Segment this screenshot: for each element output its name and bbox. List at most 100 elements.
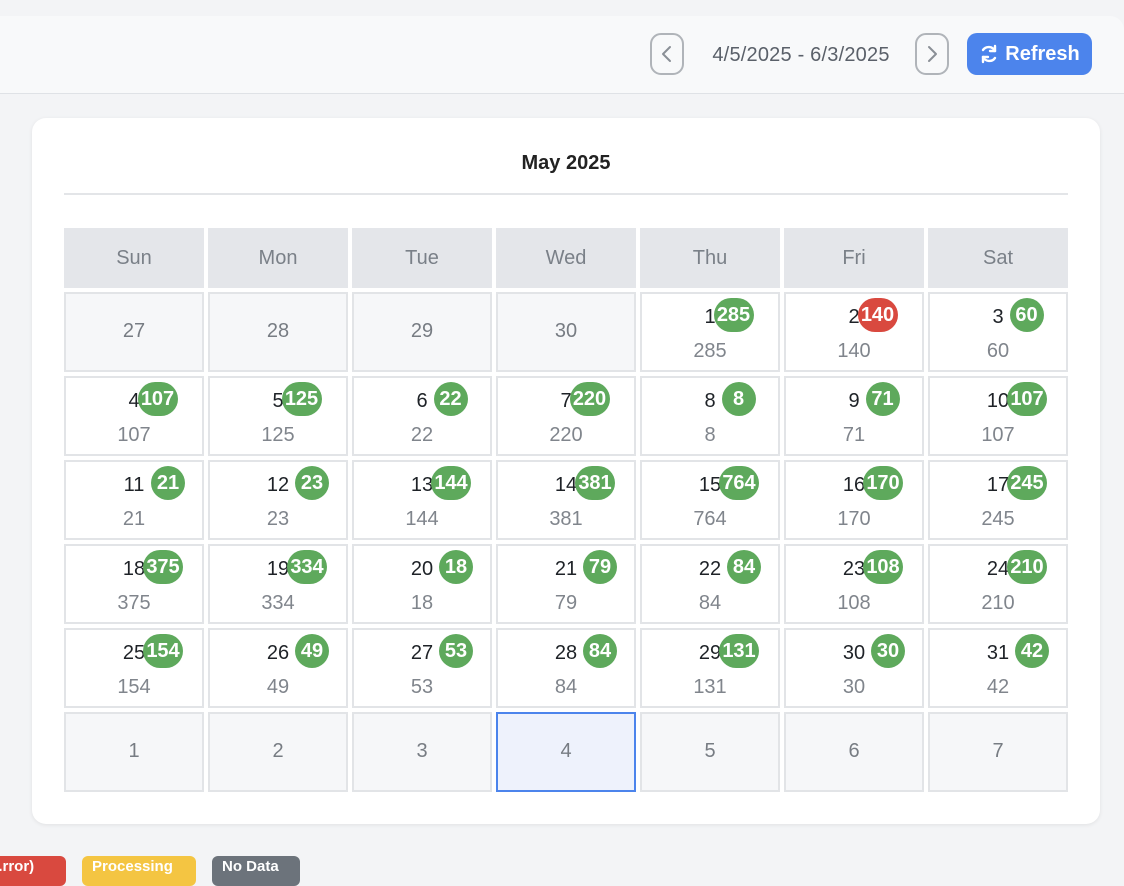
count-badge: 22 — [433, 382, 468, 416]
day-number: 28 — [266, 320, 290, 342]
day-count: 154 — [117, 676, 151, 698]
day-cell[interactable]: 4 107 107 — [64, 376, 204, 456]
count-badge: 144 — [431, 466, 471, 500]
refresh-button[interactable]: Refresh — [967, 33, 1092, 75]
count-badge: 245 — [1007, 466, 1047, 500]
day-number: 4 — [560, 740, 572, 762]
count-badge: 220 — [569, 382, 610, 416]
day-count: 170 — [837, 508, 871, 530]
day-cell[interactable]: 16 170 170 — [784, 460, 924, 540]
day-count: 210 — [981, 592, 1015, 614]
day-count: 375 — [117, 592, 151, 614]
day-cell[interactable]: 15 764 764 — [640, 460, 780, 540]
day-cell[interactable]: 13 144 144 — [352, 460, 492, 540]
day-cell[interactable]: 3 60 60 — [928, 292, 1068, 372]
day-cell[interactable]: 14 381 381 — [496, 460, 636, 540]
day-cell[interactable]: 21 79 79 — [496, 544, 636, 624]
day-cell[interactable]: 6 — [784, 712, 924, 792]
day-cell[interactable]: 5 125 125 — [208, 376, 348, 456]
day-count: 140 — [837, 340, 871, 362]
day-cell[interactable]: 6 22 22 — [352, 376, 492, 456]
day-cell[interactable]: 3 — [352, 712, 492, 792]
day-count: 108 — [837, 592, 871, 614]
weekday-header: Fri — [784, 228, 924, 288]
weekday-header: Sun — [64, 228, 204, 288]
day-cell-today[interactable]: 4 — [496, 712, 636, 792]
count-badge: 49 — [295, 634, 329, 668]
count-badge: 23 — [295, 466, 329, 500]
day-number: 1 — [128, 740, 140, 762]
day-cell[interactable]: 23 108 108 — [784, 544, 924, 624]
day-cell[interactable]: 30 30 30 — [784, 628, 924, 708]
date-range-label: 4/5/2025 - 6/3/2025 — [712, 44, 890, 66]
day-number: 2 — [272, 740, 284, 762]
day-count: 220 — [549, 424, 583, 446]
day-cell[interactable]: 29 — [352, 292, 492, 372]
day-cell[interactable]: 30 — [496, 292, 636, 372]
count-badge: 334 — [287, 550, 327, 584]
day-count: 79 — [554, 592, 578, 614]
next-range-button[interactable] — [915, 33, 949, 75]
count-badge: 131 — [719, 634, 759, 668]
day-cell[interactable]: 11 21 21 — [64, 460, 204, 540]
weekday-header: Sat — [928, 228, 1068, 288]
day-number: 8 — [704, 390, 716, 412]
day-cell[interactable]: 28 84 84 — [496, 628, 636, 708]
day-count: 60 — [986, 340, 1010, 362]
day-number: 6 — [848, 740, 860, 762]
day-count: 84 — [554, 676, 578, 698]
count-badge: 60 — [1009, 298, 1044, 332]
count-badge: 42 — [1015, 634, 1049, 668]
day-cell[interactable]: 2 140 140 — [784, 292, 924, 372]
day-cell[interactable]: 27 — [64, 292, 204, 372]
day-number: 7 — [560, 390, 572, 412]
count-badge: 764 — [719, 466, 759, 500]
day-cell[interactable]: 26 49 49 — [208, 628, 348, 708]
day-cell[interactable]: 2 — [208, 712, 348, 792]
day-cell[interactable]: 7 — [928, 712, 1068, 792]
day-cell[interactable]: 888 — [640, 376, 780, 456]
day-cell[interactable]: 31 42 42 — [928, 628, 1068, 708]
day-cell[interactable]: 18 375 375 — [64, 544, 204, 624]
count-badge: 154 — [143, 634, 183, 668]
day-count: 30 — [842, 676, 866, 698]
day-cell[interactable]: 17 245 245 — [928, 460, 1068, 540]
day-count: 107 — [117, 424, 151, 446]
day-cell[interactable]: 1 — [64, 712, 204, 792]
count-badge: 84 — [727, 550, 761, 584]
day-cell[interactable]: 24 210 210 — [928, 544, 1068, 624]
count-badge: 108 — [863, 550, 903, 584]
count-badge: 375 — [143, 550, 183, 584]
day-count: 71 — [842, 424, 866, 446]
legend-processing: Processing — [82, 856, 196, 886]
day-cell[interactable]: 20 18 18 — [352, 544, 492, 624]
day-cell[interactable]: 28 — [208, 292, 348, 372]
day-count: 49 — [266, 676, 290, 698]
day-cell[interactable]: 12 23 23 — [208, 460, 348, 540]
day-count: 8 — [704, 424, 716, 446]
day-cell[interactable]: 10 107 107 — [928, 376, 1068, 456]
weekday-header: Tue — [352, 228, 492, 288]
day-number: 30 — [554, 320, 578, 342]
weekday-header: Wed — [496, 228, 636, 288]
count-badge: 71 — [865, 382, 900, 416]
day-cell[interactable]: 9 71 71 — [784, 376, 924, 456]
day-count: 285 — [693, 340, 727, 362]
previous-range-button[interactable] — [650, 33, 684, 75]
day-cell[interactable]: 25 154 154 — [64, 628, 204, 708]
count-badge: 210 — [1007, 550, 1047, 584]
day-number: 5 — [272, 390, 284, 412]
day-cell[interactable]: 22 84 84 — [640, 544, 780, 624]
day-cell[interactable]: 5 — [640, 712, 780, 792]
day-number: 6 — [416, 390, 428, 412]
day-cell[interactable]: 1 285 285 — [640, 292, 780, 372]
day-number: 1 — [704, 306, 716, 328]
day-cell[interactable]: 19 334 334 — [208, 544, 348, 624]
count-badge: 8 — [721, 382, 756, 416]
day-count: 131 — [693, 676, 727, 698]
day-number: 4 — [128, 390, 140, 412]
day-cell[interactable]: 29 131 131 — [640, 628, 780, 708]
day-cell[interactable]: 7 220 220 — [496, 376, 636, 456]
day-count: 22 — [410, 424, 434, 446]
day-cell[interactable]: 27 53 53 — [352, 628, 492, 708]
